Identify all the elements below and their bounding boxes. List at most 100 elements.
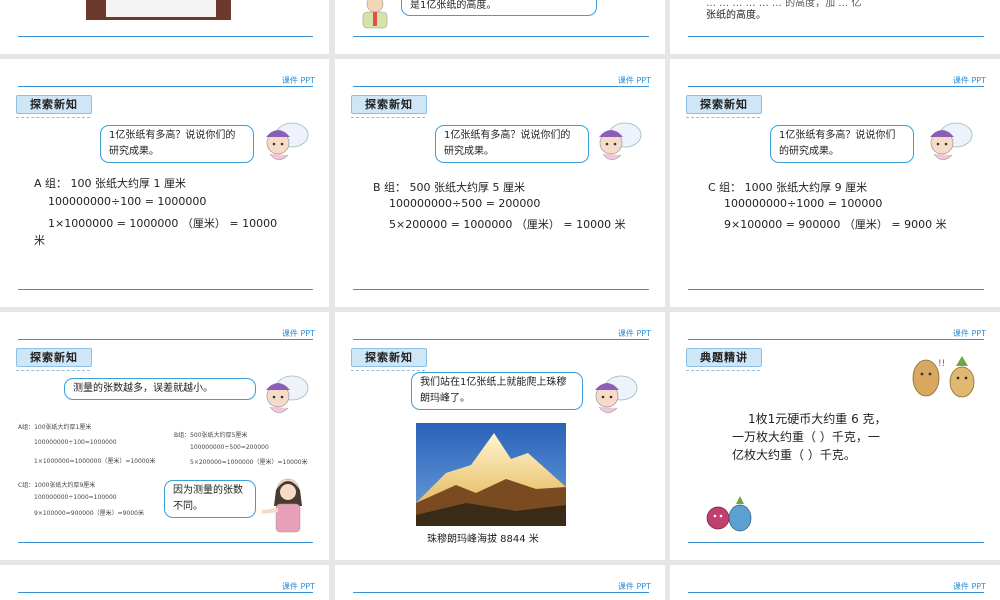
question-line1: 1枚1元硬币大约重 6 克， — [748, 412, 887, 426]
slide-row1-mid[interactable]: 是1亿张纸的高度。 — [335, 0, 665, 54]
top-line — [353, 592, 649, 593]
header-underline — [16, 370, 90, 371]
group-a-line3: 1×1000000 = 1000000 （厘米） = 10000 — [48, 217, 278, 230]
slide-row4-mid[interactable]: 课件 PPT — [335, 565, 665, 600]
bubble-text: 是1亿张纸的高度。 — [410, 0, 497, 11]
bottom-line — [18, 542, 313, 543]
group-b-note1: B组：500张纸大约厚5厘米 — [174, 432, 248, 439]
section-header: 探索新知 — [16, 95, 92, 114]
group-a-line2: 100000000÷100 = 1000000 — [48, 195, 207, 208]
courseware-tag: 课件 PPT — [281, 582, 315, 591]
girl-bubble-text: 因为测量的张数不同。 — [173, 485, 243, 512]
fairy-character-icon — [266, 375, 309, 414]
courseware-tag: 课件 PPT — [281, 76, 315, 85]
everest-bubble: 我们站在1亿张纸上就能爬上珠穆朗玛峰了。 — [411, 372, 583, 410]
header-underline — [686, 117, 760, 118]
slide-example[interactable]: 课件 PPT 典题精讲 !! 1枚1元硬币大约重 6 克， 一万枚大约重（ ）千… — [670, 312, 1000, 560]
header-underline — [351, 370, 425, 371]
bottom-line — [18, 36, 313, 37]
group-c-line2: 100000000÷1000 = 100000 — [724, 197, 883, 210]
group-a-note3: 1×1000000=1000000（厘米）=10000米 — [34, 458, 156, 465]
group-c-note2: 100000000÷1000=100000 — [34, 494, 117, 501]
top-line — [353, 86, 649, 87]
fairy-character-icon — [930, 122, 973, 161]
fairy-character-icon — [599, 122, 642, 161]
fairy-character-icon — [266, 122, 309, 161]
header-underline — [351, 117, 425, 118]
bottom-line — [688, 542, 984, 543]
slide-group-c[interactable]: 课件 PPT 探索新知 1亿张纸有多高？说说你们的研究成果。 C 组： 1000… — [670, 59, 1000, 307]
question-line3: 亿枚大约重（ ）千克。 — [732, 448, 856, 462]
slide-row4-left[interactable]: 课件 PPT — [0, 565, 329, 600]
group-b-line2: 100000000÷500 = 200000 — [389, 197, 541, 210]
error-bubble-text: 测量的张数越多，误差就越小。 — [73, 383, 213, 394]
courseware-tag: 课件 PPT — [617, 329, 651, 338]
top-line — [18, 592, 313, 593]
slide-error-comparison[interactable]: 课件 PPT 探索新知 测量的张数越多，误差就越小。 A组：100张纸大约厚1厘… — [0, 312, 329, 560]
slide-group-b[interactable]: 课件 PPT 探索新知 1亿张纸有多高？说说你们的研究成果。 B 组： 500 … — [335, 59, 665, 307]
svg-text:!!: !! — [938, 359, 945, 369]
slide-group-a[interactable]: 课件 PPT 探索新知 1亿张纸有多高？说说你们的研究成果。 A 组： 100 … — [0, 59, 329, 307]
header-underline — [686, 370, 760, 371]
bottom-line — [18, 289, 313, 290]
top-line — [688, 86, 984, 87]
question-text: 1亿张纸有多高？说说你们的研究成果。 — [444, 130, 571, 157]
group-a-note1: A组：100张纸大约厚1厘米 — [18, 424, 92, 431]
speech-bubble: 是1亿张纸的高度。 — [401, 0, 597, 16]
group-c-line1: C 组： 1000 张纸大约厚 9 厘米 — [708, 181, 868, 194]
slide-everest[interactable]: 课件 PPT 探索新知 我们站在1亿张纸上就能爬上珠穆朗玛峰了。 珠穆朗玛峰海拔… — [335, 312, 665, 560]
top-line — [688, 339, 984, 340]
top-line — [18, 339, 313, 340]
question-text: 1亿张纸有多高？说说你们的研究成果。 — [109, 130, 236, 157]
group-a-note2: 100000000÷100=1000000 — [34, 439, 117, 446]
section-header: 探索新知 — [351, 95, 427, 114]
group-b-line1: B 组： 500 张纸大约厚 5 厘米 — [373, 181, 526, 194]
error-bubble: 测量的张数越多，误差就越小。 — [64, 378, 256, 400]
bottom-line — [353, 289, 649, 290]
bottom-line — [353, 36, 649, 37]
top-line — [353, 339, 649, 340]
courseware-tag: 课件 PPT — [281, 329, 315, 338]
slide-row1-left[interactable] — [0, 0, 329, 54]
header-underline — [16, 117, 90, 118]
top-line — [688, 592, 984, 593]
group-c-note1: C组：1000张纸大约厚9厘米 — [18, 482, 96, 489]
question-line2: 一万枚大约重（ ）千克，一 — [732, 430, 880, 444]
bottom-line — [688, 36, 984, 37]
section-header: 探索新知 — [16, 348, 92, 367]
mountain-photo — [416, 423, 566, 526]
group-c-line3: 9×100000 = 900000 （厘米） = 9000 米 — [724, 218, 947, 231]
girl-bubble: 因为测量的张数不同。 — [164, 480, 256, 518]
question-bubble: 1亿张纸有多高？说说你们的研究成果。 — [770, 125, 914, 163]
group-b-note2: 100000000÷500=200000 — [190, 444, 269, 451]
girl-character-icon — [261, 478, 302, 533]
group-b-line3: 5×200000 = 1000000 （厘米） = 10000 米 — [389, 218, 626, 231]
bottom-line — [688, 289, 984, 290]
fairy-character-icon — [595, 375, 638, 414]
section-header: 探索新知 — [351, 348, 427, 367]
top-line — [18, 86, 313, 87]
courseware-tag: 课件 PPT — [617, 76, 651, 85]
section-header: 探索新知 — [686, 95, 762, 114]
group-b-note3: 5×200000=1000000（厘米）=10000米 — [190, 459, 308, 466]
everest-bubble-text: 我们站在1亿张纸上就能爬上珠穆朗玛峰了。 — [420, 377, 567, 404]
group-c-note3: 9×100000=900000（厘米）=9000米 — [34, 510, 144, 517]
question-bubble: 1亿张纸有多高？说说你们的研究成果。 — [435, 125, 589, 163]
section-header: 典题精讲 — [686, 348, 762, 367]
slide-row1-right[interactable]: … … … … … … 的高度，加 … 亿 张纸的高度。 — [670, 0, 1000, 54]
courseware-tag: 课件 PPT — [617, 582, 651, 591]
courseware-tag: 课件 PPT — [952, 76, 986, 85]
courseware-tag: 课件 PPT — [952, 582, 986, 591]
question-bubble: 1亿张纸有多高？说说你们的研究成果。 — [100, 125, 254, 163]
boy-character-icon — [362, 0, 388, 29]
paper-height-text: 张纸的高度。 — [706, 10, 766, 21]
slide-row4-right[interactable]: 课件 PPT — [670, 565, 1000, 600]
paper-photo — [86, 0, 231, 20]
fruit-characters-icon — [706, 496, 752, 532]
everest-caption: 珠穆朗玛峰海拔 8844 米 — [427, 534, 539, 545]
group-a-line4: 米 — [34, 234, 45, 247]
question-text: 1亿张纸有多高？说说你们的研究成果。 — [779, 130, 896, 157]
courseware-tag: 课件 PPT — [952, 329, 986, 338]
potato-characters-icon: !! — [912, 356, 975, 398]
group-a-line1: A 组： 100 张纸大约厚 1 厘米 — [34, 177, 187, 190]
